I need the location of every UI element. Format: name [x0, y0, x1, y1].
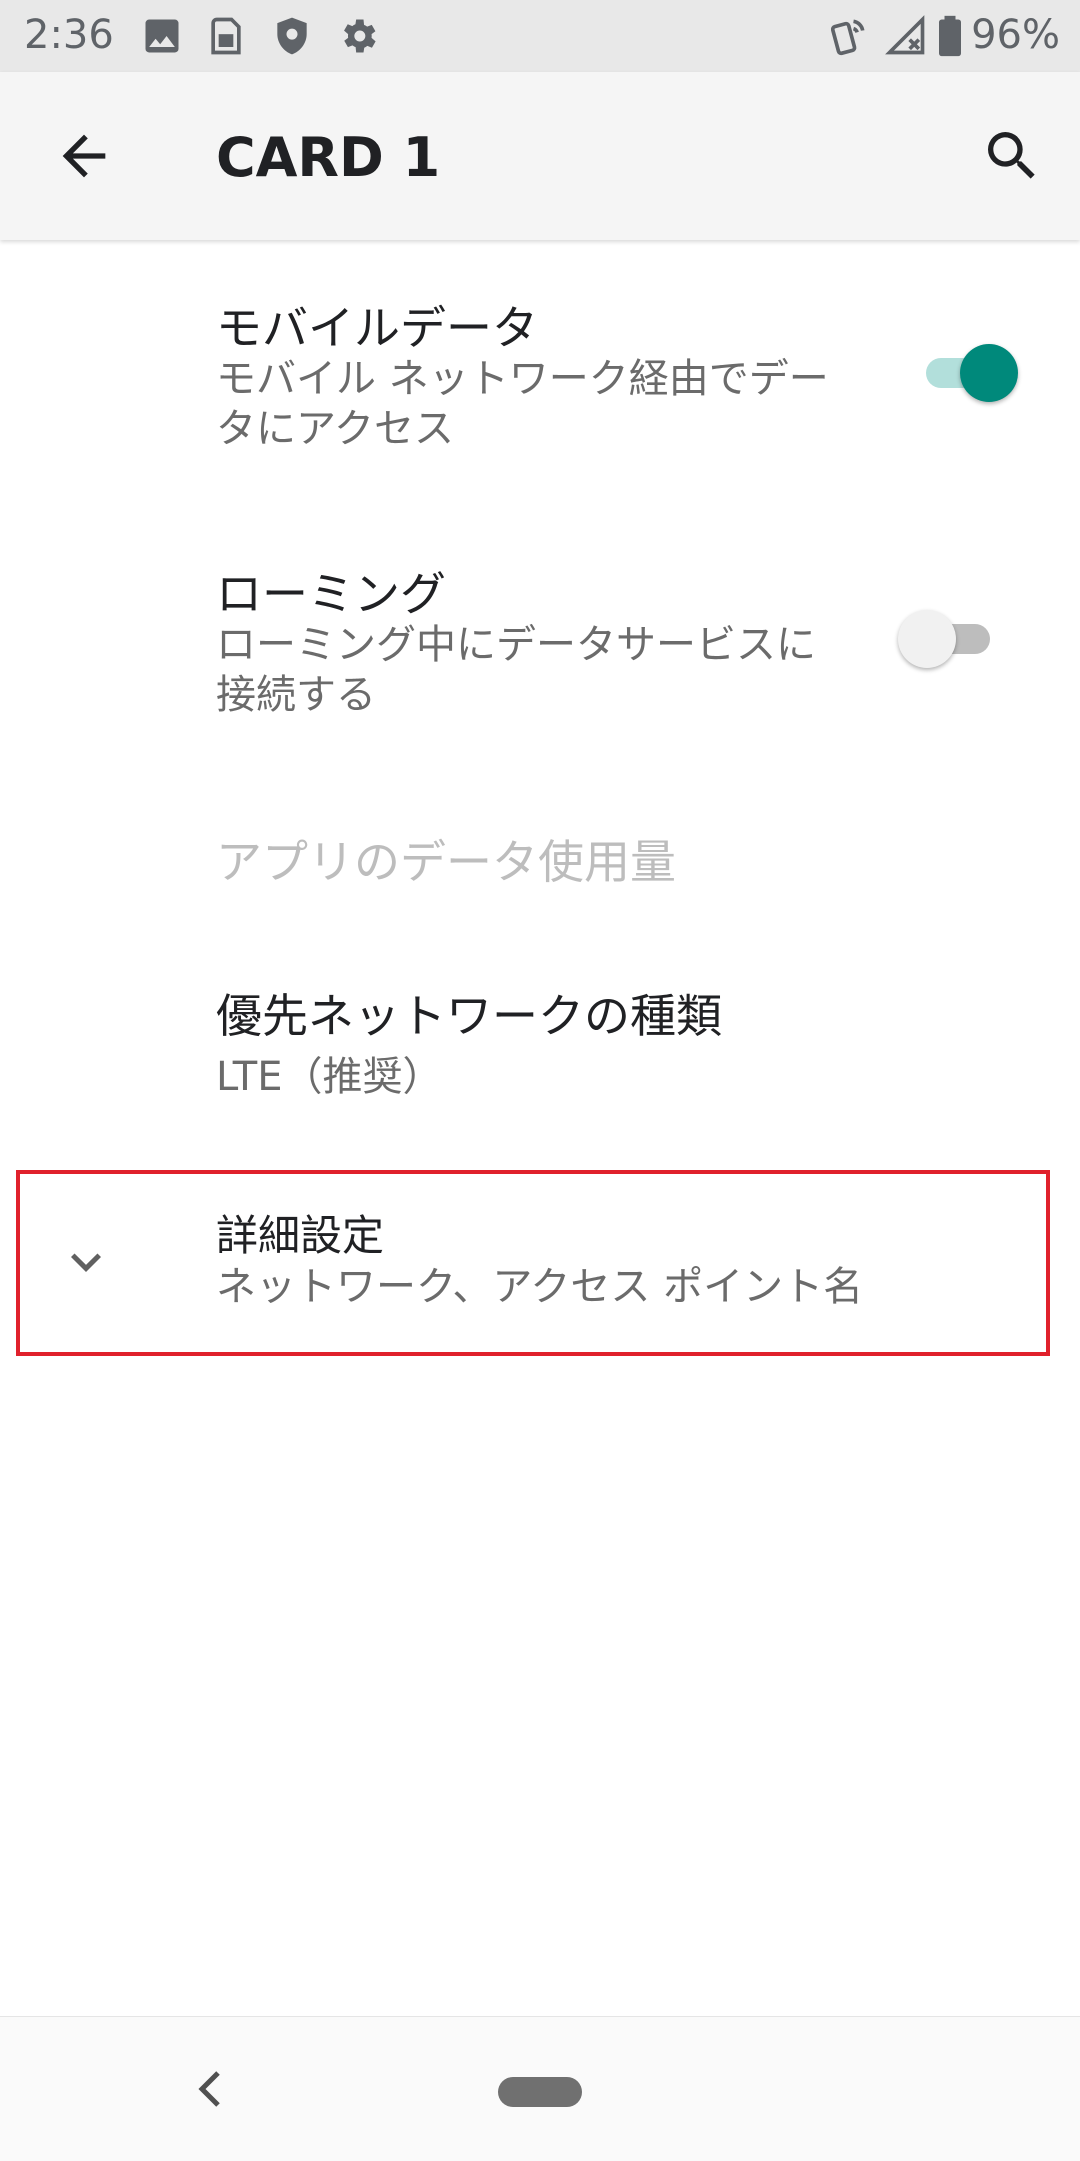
app-bar: CARD 1	[0, 72, 1080, 240]
status-bar: 2:36 96%	[0, 0, 1080, 72]
mobile-data-switch[interactable]	[918, 332, 1018, 412]
pref-advanced-summary: ネットワーク、アクセス ポイント名	[216, 1264, 864, 1310]
pref-advanced[interactable]: 詳細設定 ネットワーク、アクセス ポイント名	[0, 1176, 1080, 1352]
sim-card-icon	[204, 14, 248, 58]
battery-percent: 96%	[971, 12, 1060, 58]
search-button[interactable]	[980, 124, 1044, 188]
vibrate-nfc-icon	[826, 14, 870, 58]
arrow-back-icon	[62, 134, 106, 178]
image-icon	[140, 14, 184, 58]
pref-advanced-title: 詳細設定	[216, 1211, 385, 1260]
pref-roaming-title: ローミング	[216, 567, 446, 621]
nav-back-icon	[198, 2071, 220, 2107]
pref-mobile-data[interactable]: モバイルデータ モバイル ネットワーク経由でデータにアクセス	[0, 282, 1080, 472]
pref-preferred-network-summary: LTE（推奨）	[216, 1054, 443, 1100]
chevron-down-icon	[56, 1232, 116, 1292]
pref-mobile-data-title: モバイルデータ	[216, 301, 538, 355]
battery-icon	[936, 14, 964, 58]
pref-app-data-usage-title: アプリのデータ使用量	[216, 835, 676, 889]
pref-app-data-usage: アプリのデータ使用量	[0, 806, 1080, 906]
pref-roaming[interactable]: ローミング ローミング中にデータサービスに接続する	[0, 548, 1080, 738]
roaming-switch[interactable]	[898, 598, 998, 678]
shield-icon	[270, 14, 314, 58]
no-signal-icon	[884, 14, 928, 58]
nav-back-button[interactable]	[190, 2067, 230, 2111]
page-title: CARD 1	[216, 126, 441, 189]
nav-home-pill-icon[interactable]	[498, 2077, 582, 2107]
navigation-bar	[0, 2016, 1080, 2161]
status-time: 2:36	[24, 12, 114, 58]
settings-gear-icon	[336, 14, 380, 58]
pref-mobile-data-summary: モバイル ネットワーク経由でデータにアクセス	[216, 356, 829, 452]
search-icon	[988, 132, 1035, 179]
pref-roaming-summary: ローミング中にデータサービスに接続する	[216, 622, 816, 718]
pref-preferred-network-title: 優先ネットワークの種類	[216, 989, 722, 1043]
switch-thumb	[960, 344, 1018, 402]
pref-preferred-network[interactable]: 優先ネットワークの種類 LTE（推奨）	[0, 974, 1080, 1114]
back-button[interactable]	[52, 124, 116, 188]
switch-thumb	[898, 610, 956, 668]
